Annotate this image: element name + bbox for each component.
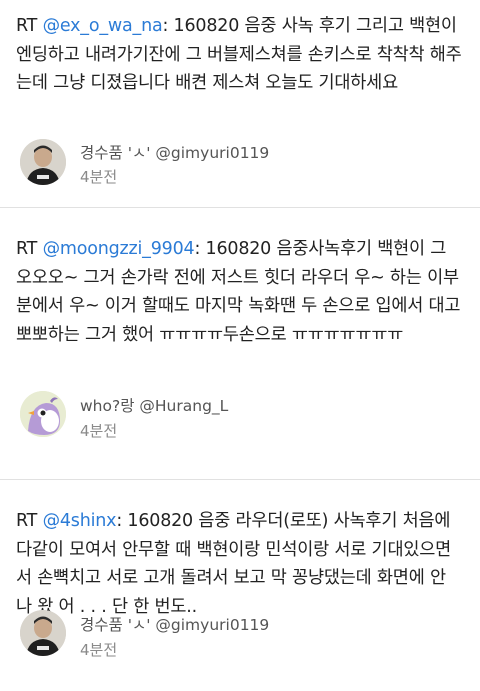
tweet-text: RT @ex_o_wa_na: 160820 음중 사녹 후기 그리고 백현이 …: [16, 12, 466, 98]
cartoon-bird-avatar-icon: [20, 391, 66, 437]
avatar[interactable]: [20, 391, 66, 437]
mention-link[interactable]: @4shinx: [43, 511, 117, 531]
tweet-item[interactable]: RT @moongzzi_9904: 160820 음중사녹후기 백현이 그 오…: [0, 208, 480, 480]
tweet-time: 4분전: [80, 168, 118, 186]
rt-prefix: RT: [16, 511, 38, 531]
avatar[interactable]: [20, 139, 66, 185]
tweet-time: 4분전: [80, 422, 118, 440]
tweet-item[interactable]: RT @ex_o_wa_na: 160820 음중 사녹 후기 그리고 백현이 …: [0, 0, 480, 208]
tweet-text: RT @4shinx: 160820 음중 라우더(로또) 사녹후기 처음에 다…: [16, 507, 466, 621]
rt-prefix: RT: [16, 239, 38, 259]
mention-link[interactable]: @moongzzi_9904: [43, 239, 195, 259]
person-avatar-icon: [20, 139, 66, 185]
avatar[interactable]: [20, 610, 66, 656]
tweet-text: RT @moongzzi_9904: 160820 음중사녹후기 백현이 그 오…: [16, 235, 466, 349]
author-name[interactable]: who?랑 @Hurang_L: [80, 394, 228, 416]
tweet-time: 4분전: [80, 641, 118, 659]
author-name[interactable]: 경수품 'ㅅ' @gimyuri0119: [80, 141, 269, 163]
author-name[interactable]: 경수품 'ㅅ' @gimyuri0119: [80, 613, 269, 635]
tweet-feed: RT @ex_o_wa_na: 160820 음중 사녹 후기 그리고 백현이 …: [0, 0, 480, 691]
mention-link[interactable]: @ex_o_wa_na: [43, 16, 163, 36]
person-avatar-icon: [20, 610, 66, 656]
rt-prefix: RT: [16, 16, 38, 36]
tweet-item[interactable]: RT @4shinx: 160820 음중 라우더(로또) 사녹후기 처음에 다…: [0, 480, 480, 691]
